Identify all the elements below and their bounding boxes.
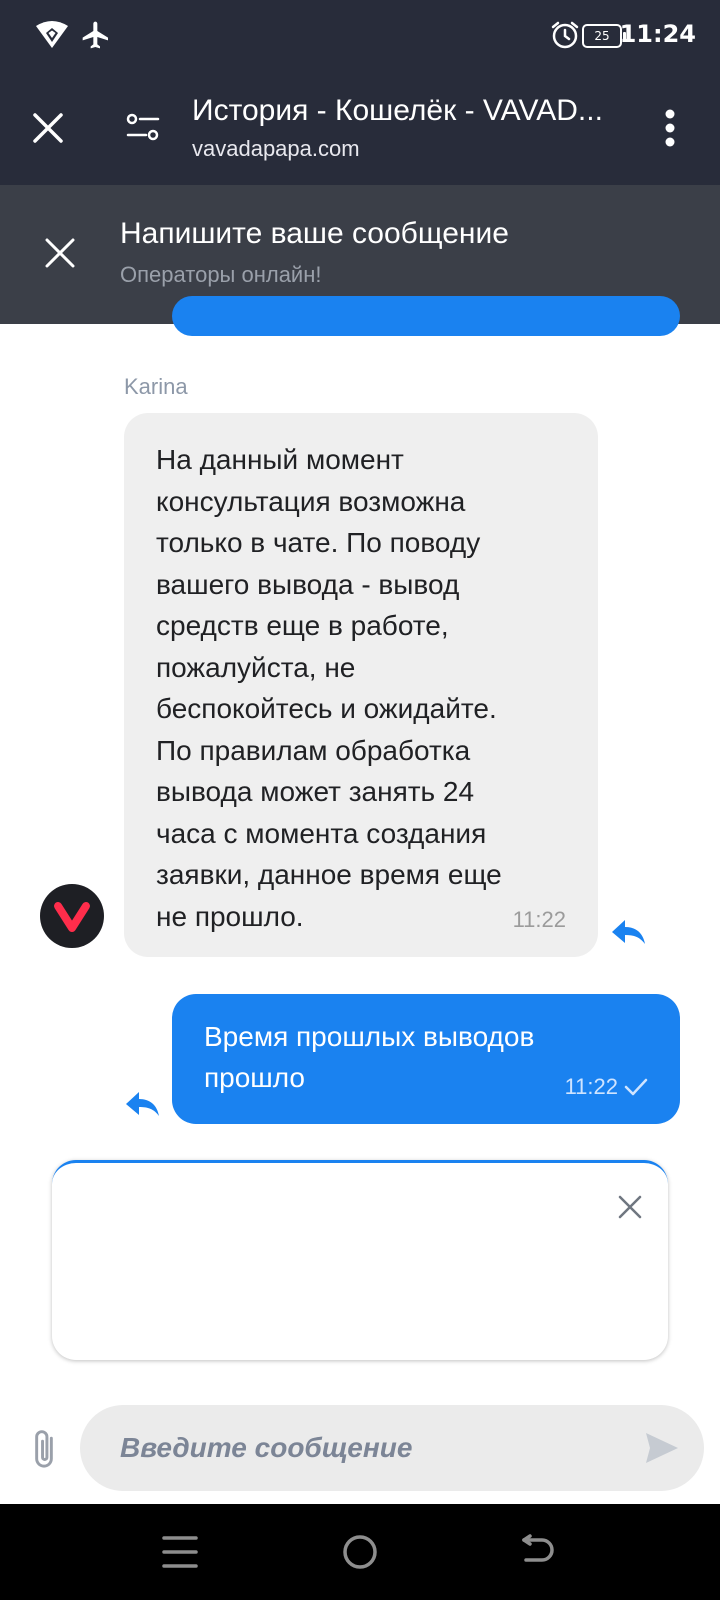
more-vert-icon[interactable] (664, 108, 676, 148)
back-icon[interactable] (520, 1534, 556, 1570)
close-icon[interactable] (32, 112, 64, 144)
message-text: Время прошлых выводов прошло (204, 1021, 535, 1093)
send-icon[interactable] (644, 1431, 680, 1465)
message-bubble-partial (172, 296, 680, 336)
site-settings-icon[interactable] (126, 113, 160, 143)
battery-level: 25 (594, 29, 610, 43)
browser-toolbar: История - Кошелёк - VAVAD... vavadapapa.… (0, 80, 720, 185)
sender-name: Karina (124, 374, 188, 399)
page-url[interactable]: vavadapapa.com (192, 136, 360, 162)
recents-icon[interactable] (162, 1534, 198, 1570)
battery-icon: 25 (582, 24, 626, 48)
check-icon (624, 1078, 648, 1096)
alarm-icon (551, 21, 579, 49)
clock: 11:24 (619, 20, 696, 48)
attach-icon[interactable] (26, 1428, 62, 1472)
airplane-icon (82, 21, 108, 49)
page-title: История - Кошелёк - VAVAD... (192, 94, 603, 127)
message-text: На данный момент консультация возможна т… (156, 444, 502, 932)
close-chat-icon[interactable] (44, 237, 76, 269)
wifi-icon (36, 21, 68, 48)
incoming-message-bubble[interactable]: На данный момент консультация возможна т… (124, 413, 598, 957)
message-time: 11:22 (564, 1074, 618, 1099)
message-input-placeholder: Введите сообщение (120, 1432, 413, 1463)
home-icon[interactable] (342, 1534, 378, 1570)
reply-icon[interactable] (608, 912, 648, 952)
message-time: 11:22 (512, 907, 566, 932)
message-input[interactable]: Введите сообщение (80, 1405, 704, 1491)
close-reply-icon[interactable] (616, 1193, 644, 1221)
outgoing-message-bubble[interactable]: Время прошлых выводов прошло 11:22 (172, 994, 680, 1124)
chat-subtitle: Операторы онлайн! (120, 262, 322, 287)
status-bar: 25 11:24 (0, 0, 720, 80)
operator-avatar (40, 884, 104, 948)
brand-logo-icon (54, 902, 90, 932)
system-nav-bar (0, 1504, 720, 1600)
reply-icon[interactable] (122, 1084, 162, 1124)
reply-preview-box (52, 1160, 668, 1360)
chat-title: Напишите ваше сообщение (120, 217, 509, 250)
